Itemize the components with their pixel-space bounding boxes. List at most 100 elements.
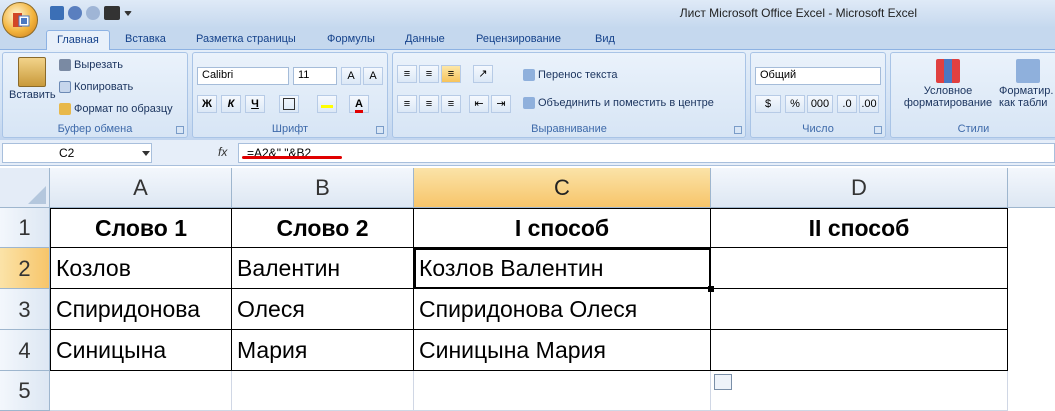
cell-b3[interactable]: Олеся — [232, 289, 414, 330]
tab-page-layout[interactable]: Разметка страницы — [196, 30, 296, 48]
cell-a2[interactable]: Козлов — [50, 248, 232, 289]
alignment-dialog-launcher[interactable] — [734, 126, 742, 134]
styles-group-label: Стили — [957, 123, 990, 135]
tab-data[interactable]: Данные — [405, 30, 445, 48]
underline-button[interactable]: Ч — [245, 95, 265, 113]
row-header-3[interactable]: 3 — [0, 289, 50, 330]
brush-icon — [59, 103, 71, 115]
cell-a1[interactable]: Слово 1 — [50, 208, 232, 248]
font-name-field[interactable]: Calibri — [197, 67, 289, 85]
cell-a4[interactable]: Синицына — [50, 330, 232, 371]
cell-b4[interactable]: Мария — [232, 330, 414, 371]
cell-d4[interactable] — [711, 330, 1008, 371]
fill-color-button[interactable] — [317, 95, 337, 113]
cell-b5[interactable] — [232, 371, 414, 411]
bold-button[interactable]: Ж — [197, 95, 217, 113]
increase-indent-button[interactable]: ⇥ — [491, 95, 511, 113]
font-size-field[interactable]: 11 — [293, 67, 337, 85]
tab-insert[interactable]: Вставка — [125, 30, 166, 48]
fill-handle[interactable] — [708, 286, 714, 292]
tab-view[interactable]: Вид — [595, 30, 615, 48]
copy-icon — [59, 81, 71, 93]
clipboard-dialog-launcher[interactable] — [176, 126, 184, 134]
copy-button[interactable]: Копировать — [59, 81, 133, 93]
copy-label: Копировать — [74, 81, 134, 93]
cell-a5[interactable] — [50, 371, 232, 411]
alignment-group-label: Выравнивание — [531, 123, 607, 135]
font-color-icon: A — [355, 98, 363, 113]
cut-label: Вырезать — [74, 59, 123, 71]
italic-button[interactable]: К — [221, 95, 241, 113]
cell-d2[interactable] — [711, 248, 1008, 289]
column-header-e[interactable] — [1008, 168, 1055, 208]
borders-button[interactable] — [279, 95, 299, 113]
title-bar: Лист Microsoft Office Excel - Microsoft … — [0, 0, 1055, 28]
column-header-c[interactable]: C — [414, 168, 711, 208]
cell-c4[interactable]: Синицына Мария — [414, 330, 711, 371]
decrease-decimal-button[interactable]: .00 — [859, 95, 879, 113]
styles-group: Условное форматирование Форматир. как та… — [890, 52, 1055, 138]
font-dialog-launcher[interactable] — [376, 126, 384, 134]
tab-review[interactable]: Рецензирование — [476, 30, 561, 48]
number-group: Общий $ % 000 .0 .00 Число — [750, 52, 886, 138]
cell-b2[interactable]: Валентин — [232, 248, 414, 289]
paste-label: Вставить — [9, 89, 56, 101]
column-header-a[interactable]: A — [50, 168, 232, 208]
format-painter-button[interactable]: Формат по образцу — [59, 103, 173, 115]
cell-c2[interactable]: Козлов Валентин — [414, 248, 711, 289]
tab-formulas[interactable]: Формулы — [327, 30, 375, 48]
conditional-format-button[interactable]: Условное форматирование — [904, 59, 992, 109]
tab-home[interactable]: Главная — [46, 30, 110, 51]
insert-function-icon[interactable]: fx — [218, 145, 227, 159]
align-middle-button[interactable]: ≡ — [419, 65, 439, 83]
row-header-1[interactable]: 1 — [0, 208, 50, 248]
office-button[interactable] — [2, 2, 38, 38]
column-header-b[interactable]: B — [232, 168, 414, 208]
cell-c1[interactable]: I способ — [414, 208, 711, 248]
formula-input[interactable]: =A2&" "&B2 — [238, 143, 1055, 163]
worksheet-grid: A B C D 1 2 3 4 5 Слово 1 Слово 2 I спос… — [0, 168, 1055, 411]
alignment-group: ≡ ≡ ≡ ↗ ≡ ≡ ≡ ⇤ ⇥ Перенос текста Объедин… — [392, 52, 746, 138]
align-left-button[interactable]: ≡ — [397, 95, 417, 113]
cell-a3[interactable]: Спиридонова — [50, 289, 232, 330]
name-box-dropdown-icon[interactable] — [142, 151, 150, 156]
cell-c5[interactable] — [414, 371, 711, 411]
increase-decimal-button[interactable]: .0 — [837, 95, 857, 113]
number-dialog-launcher[interactable] — [874, 126, 882, 134]
scissors-icon — [59, 59, 71, 71]
currency-button[interactable]: $ — [755, 95, 781, 113]
column-header-d[interactable]: D — [711, 168, 1008, 208]
align-center-button[interactable]: ≡ — [419, 95, 439, 113]
office-logo-icon — [13, 13, 30, 27]
cut-button[interactable]: Вырезать — [59, 59, 123, 71]
row-header-4[interactable]: 4 — [0, 330, 50, 371]
format-as-table-button[interactable]: Форматир. как табли — [999, 59, 1055, 109]
row-header-5[interactable]: 5 — [0, 371, 50, 411]
cell-b1[interactable]: Слово 2 — [232, 208, 414, 248]
paste-button[interactable]: Вставить — [9, 57, 56, 101]
row-header-2[interactable]: 2 — [0, 248, 50, 289]
orientation-button[interactable]: ↗ — [473, 65, 493, 83]
wrap-text-icon — [523, 69, 535, 81]
align-top-button[interactable]: ≡ — [397, 65, 417, 83]
grow-font-button[interactable]: A — [341, 67, 361, 85]
cell-c3[interactable]: Спиридонова Олеся — [414, 289, 711, 330]
merge-center-button[interactable]: Объединить и поместить в центре — [523, 97, 714, 109]
align-bottom-button[interactable]: ≡ — [441, 65, 461, 83]
select-all-button[interactable] — [0, 168, 50, 208]
cell-d1[interactable]: II способ — [711, 208, 1008, 248]
paste-options-icon[interactable] — [714, 374, 732, 390]
name-box[interactable]: C2 — [2, 143, 152, 163]
shrink-font-button[interactable]: A — [363, 67, 383, 85]
number-format-field[interactable]: Общий — [755, 67, 881, 85]
align-right-button[interactable]: ≡ — [441, 95, 461, 113]
decrease-indent-button[interactable]: ⇤ — [469, 95, 489, 113]
cell-d5[interactable] — [711, 371, 1008, 411]
thousands-button[interactable]: 000 — [807, 95, 833, 113]
font-color-button[interactable]: A — [349, 95, 369, 113]
wrap-text-button[interactable]: Перенос текста — [523, 69, 618, 81]
cell-d3[interactable] — [711, 289, 1008, 330]
conditional-format-label: Условное форматирование — [903, 85, 993, 109]
format-table-icon — [1016, 59, 1040, 83]
percent-button[interactable]: % — [785, 95, 805, 113]
